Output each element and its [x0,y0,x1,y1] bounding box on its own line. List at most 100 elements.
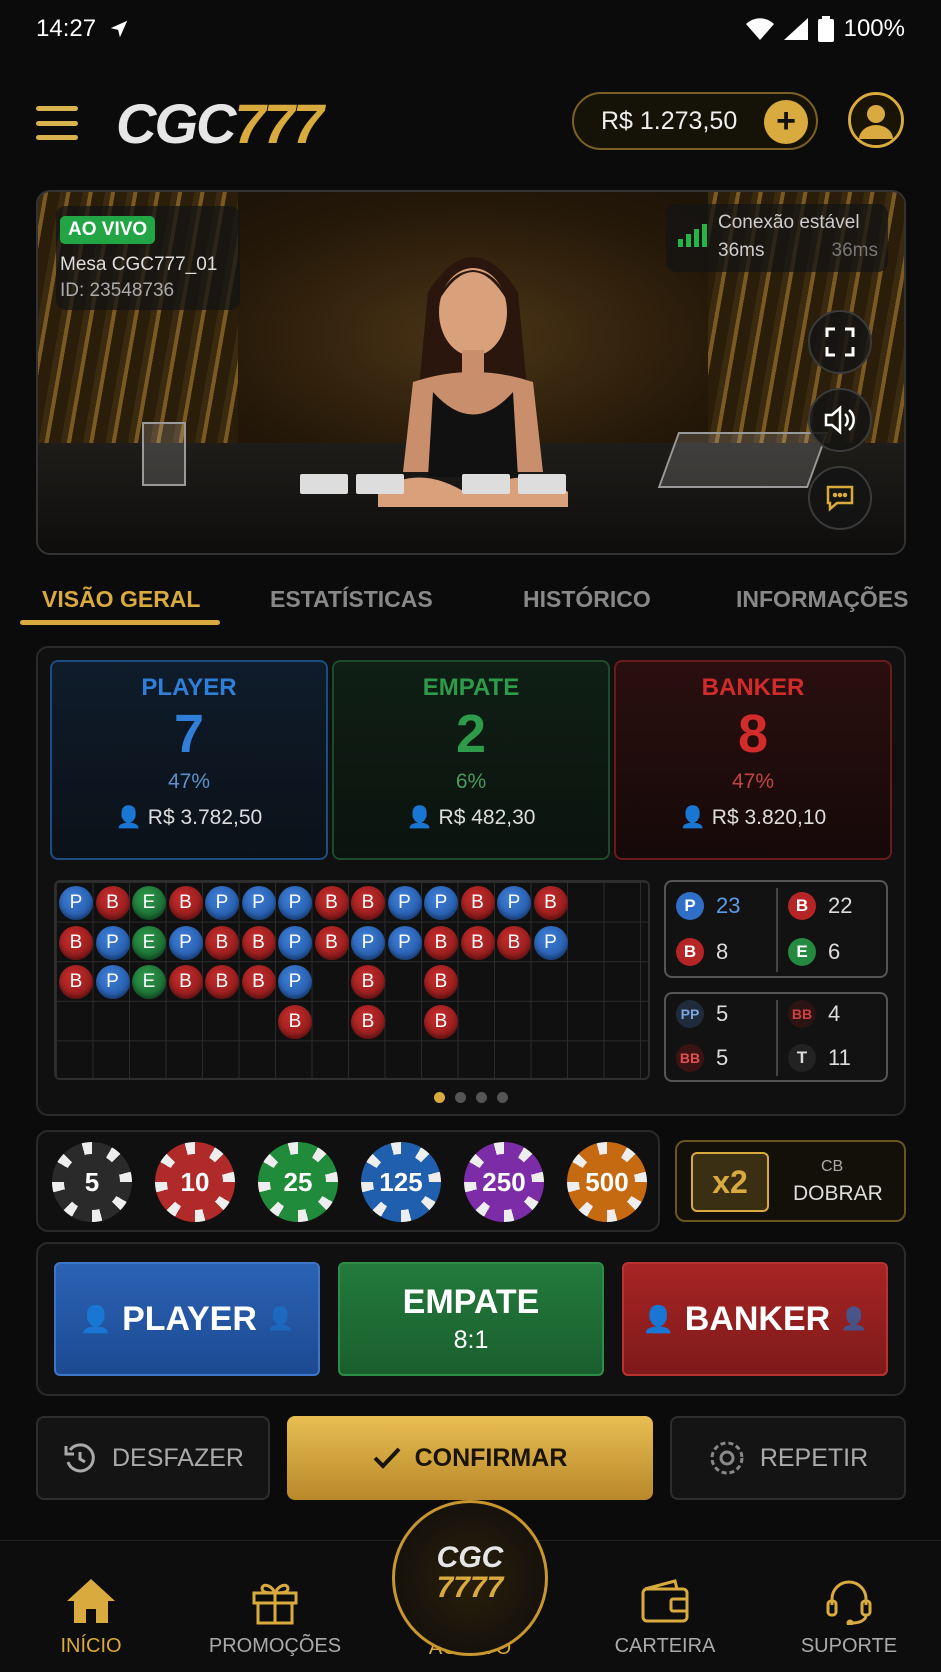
bet-player-title: 👤 PLAYER 👤 [80,1300,295,1339]
tie-score-percent: 6% [455,770,487,793]
double-badge: x2 [691,1152,769,1212]
stat-banker-pair: BB 4 [788,1000,840,1028]
confirm-button[interactable]: CONFIRMAR [287,1416,653,1500]
bead-B: B [424,965,458,1000]
chip-value: 500 [579,1154,635,1210]
tie-bet-total: 👤 R$ 482,30 [334,806,608,830]
live-video-stream[interactable]: AO VIVO Mesa CGC777_01 ID: 23548736 Cone… [36,190,906,555]
chip-value: 250 [476,1154,532,1210]
home-icon [67,1579,115,1623]
bead-B: B [533,886,568,920]
bead-B: B [205,965,239,1000]
bead-P: P [95,965,130,1000]
double-label: DOBRAR [793,1182,883,1205]
tab-statistics[interactable]: ESTATÍSTICAS [270,578,433,634]
chip-5[interactable]: 5 [52,1142,132,1222]
nav-promotions-label: PROMOÇÕES [208,1635,342,1657]
card-row [300,474,566,494]
bet-player-button[interactable]: 👤 PLAYER 👤 [54,1262,320,1376]
bead-E: E [132,925,166,960]
undo-button[interactable]: DESFAZER [36,1416,270,1500]
bead-road[interactable]: PBEBPPPBBPPBPBBPEPBBPBPPBBBPBPEBBBPBBBBB [54,880,650,1080]
page-dot[interactable] [476,1092,487,1103]
stat-pp-count: 5 [716,1001,729,1026]
battery-percent: 100% [843,15,905,42]
center-logo-text: CGC [436,1541,504,1574]
banker-pair-dot: BB [676,1044,704,1072]
balance-display[interactable]: R$ 1.273,50 + [572,92,818,150]
bet-banker-label: BANKER [684,1299,831,1338]
nav-wallet[interactable]: CARTEIRA [590,1541,740,1672]
player-bet-total: 👤 R$ 3.782,50 [52,806,326,830]
fullscreen-button[interactable] [808,310,872,374]
center-logo: CGC 7777 [437,1543,504,1603]
banker-score-label: BANKER [701,674,805,701]
banker-dot: B [788,892,816,920]
profile-avatar-button[interactable] [848,92,904,148]
sound-button[interactable] [808,388,872,452]
stat-bb2-count: 5 [716,1045,729,1070]
live-center-button[interactable]: CGC 7777 [392,1500,548,1656]
page-dot[interactable] [455,1092,466,1103]
nav-support[interactable]: SUPORTE [774,1541,924,1672]
tie-score-card: EMPATE 2 6% 👤 R$ 482,30 [332,660,610,860]
tie-total-dot: T [788,1044,816,1072]
latency-echo: 36ms [831,240,878,261]
chip-250[interactable]: 250 [464,1142,544,1222]
player-score-percent: 47% [167,770,211,793]
chip-value: 25 [270,1154,326,1210]
nav-support-label: SUPORTE [800,1635,898,1657]
card-shoe-right [657,432,829,488]
bead-B: B [168,965,203,1000]
fullscreen-icon [825,327,855,357]
player-pair-dot: PP [676,1000,704,1028]
page-dot[interactable] [497,1092,508,1103]
repeat-button[interactable]: REPETIR [670,1416,906,1500]
bet-banker-button[interactable]: 👤 BANKER 👤 [622,1262,888,1376]
player-dot: P [676,892,704,920]
speaker-icon [824,405,855,435]
bead-P: P [533,925,568,960]
stat-banker-2: B8 [676,938,728,966]
bead-P: P [95,925,130,960]
bead-P: P [278,965,312,1000]
nav-promotions[interactable]: PROMOÇÕES [200,1541,350,1672]
bet-tie-odds: 8:1 [453,1326,489,1354]
menu-icon[interactable] [36,106,78,140]
stat-banker-count: 22 [828,893,853,918]
stat-tie: E6 [788,938,840,966]
double-bet-button[interactable]: x2 CB DOBRAR [675,1140,906,1222]
bet-tie-button[interactable]: EMPATE 8:1 [338,1262,604,1376]
tie-score-label: EMPATE [422,674,520,701]
chat-icon [826,485,854,512]
chip-25[interactable]: 25 [258,1142,338,1222]
bead-B: B [351,886,385,920]
bead-B: B [424,925,458,960]
app-screen: 14:27 100% CGC777 R$ 1.273,50 + AO VIVO … [0,0,941,1672]
page-dot-active[interactable] [434,1092,445,1103]
chat-button[interactable] [808,466,872,530]
chip-125[interactable]: 125 [361,1142,441,1222]
bead-B: B [460,925,495,960]
bead-P: P [278,925,312,960]
player-score-card: PLAYER 7 47% 👤 R$ 3.782,50 [50,660,328,860]
chip-500[interactable]: 500 [567,1142,647,1222]
playing-card [462,474,510,494]
logo-text: CGC [116,91,236,155]
stat-banker: B 22 [788,892,852,920]
nav-wallet-label: CARTEIRA [614,1635,716,1657]
live-badge: AO VIVO [60,216,156,244]
tab-bar: VISÃO GERAL ESTATÍSTICAS HISTÓRICO INFOR… [0,578,941,636]
user-icon: 👤 [79,1303,113,1334]
nav-home[interactable]: INÍCIO [16,1541,166,1672]
chip-10[interactable]: 10 [155,1142,235,1222]
tab-overview[interactable]: VISÃO GERAL [42,578,200,634]
banker-pair-dot: BB [788,1000,816,1028]
tab-history[interactable]: HISTÓRICO [523,578,651,634]
deposit-plus-button[interactable]: + [764,100,808,144]
bead-P: P [278,886,312,920]
tab-information[interactable]: INFORMAÇÕES [736,578,909,634]
bead-B: B [168,886,203,920]
bead-B: B [351,965,385,1000]
wifi-icon [745,18,774,40]
